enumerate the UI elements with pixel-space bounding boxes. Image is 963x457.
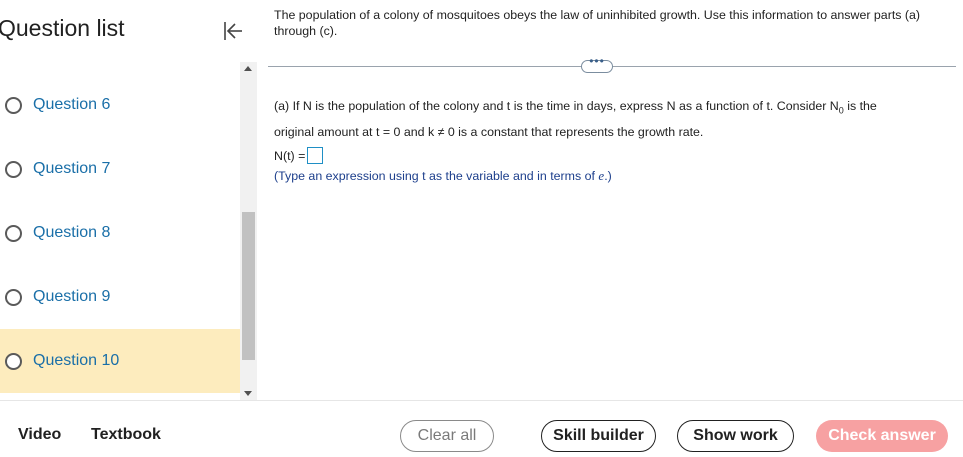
expand-more-button[interactable]: ••• bbox=[581, 54, 613, 73]
video-link[interactable]: Video bbox=[18, 426, 61, 444]
question-item[interactable]: Question 7 bbox=[0, 137, 240, 201]
question-list-title: Question list bbox=[0, 15, 125, 41]
radio-unchecked-icon[interactable] bbox=[5, 352, 22, 370]
answer-input[interactable] bbox=[307, 147, 324, 164]
show-work-button[interactable]: Show work bbox=[677, 420, 794, 452]
check-answer-button[interactable]: Check answer bbox=[816, 420, 948, 452]
part-a-text: (a) If N is the population of the colony… bbox=[274, 95, 934, 143]
radio-unchecked-icon[interactable] bbox=[5, 96, 22, 114]
hint-text-pre: (Type an expression using t as the varia… bbox=[274, 169, 599, 183]
question-label[interactable]: Question 7 bbox=[33, 160, 110, 178]
answer-label: N(t) = bbox=[274, 148, 306, 163]
collapse-left-icon[interactable] bbox=[222, 20, 244, 42]
more-dots-icon: ••• bbox=[589, 54, 605, 68]
footer-bar: Video Textbook Clear all Skill builder S… bbox=[0, 400, 963, 457]
question-label[interactable]: Question 8 bbox=[33, 224, 110, 242]
radio-unchecked-icon[interactable] bbox=[5, 288, 22, 306]
question-item[interactable]: Question 6 bbox=[0, 73, 240, 137]
question-list-sidebar: Question list Question 6 Question 7 Ques… bbox=[0, 0, 258, 402]
question-panel: The population of a colony of mosquitoes… bbox=[260, 0, 963, 400]
answer-row: N(t) = bbox=[274, 147, 324, 164]
textbook-link[interactable]: Textbook bbox=[91, 426, 161, 444]
skill-builder-button[interactable]: Skill builder bbox=[541, 420, 656, 452]
scrollbar-thumb[interactable] bbox=[242, 212, 255, 360]
hint-text-post: .) bbox=[604, 169, 612, 183]
part-a-line1: (a) If N is the population of the colony… bbox=[274, 99, 839, 113]
radio-unchecked-icon[interactable] bbox=[5, 160, 22, 178]
sidebar-scrollbar[interactable] bbox=[240, 62, 257, 402]
radio-unchecked-icon[interactable] bbox=[5, 224, 22, 242]
question-item[interactable]: Question 8 bbox=[0, 201, 240, 265]
question-label[interactable]: Question 9 bbox=[33, 288, 110, 306]
question-list: Question 6 Question 7 Question 8 Questio… bbox=[0, 73, 240, 393]
clear-all-button[interactable]: Clear all bbox=[400, 420, 494, 452]
app: Question list Question 6 Question 7 Ques… bbox=[0, 0, 963, 457]
answer-hint: (Type an expression using t as the varia… bbox=[274, 168, 612, 184]
question-intro: The population of a colony of mosquitoes… bbox=[274, 8, 921, 38]
scroll-down-arrow-icon[interactable] bbox=[244, 391, 252, 396]
question-label[interactable]: Question 10 bbox=[33, 352, 119, 370]
part-a-line1-end: is the bbox=[843, 99, 877, 113]
question-item[interactable]: Question 9 bbox=[0, 265, 240, 329]
part-a-line2: original amount at t = 0 and k ≠ 0 is a … bbox=[274, 125, 704, 140]
question-label[interactable]: Question 6 bbox=[33, 96, 110, 114]
scroll-up-arrow-icon[interactable] bbox=[244, 66, 252, 71]
question-item-active[interactable]: Question 10 bbox=[0, 329, 240, 393]
